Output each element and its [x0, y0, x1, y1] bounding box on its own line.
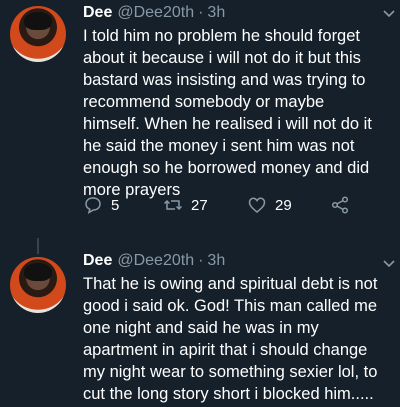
share-button[interactable]	[330, 195, 350, 215]
retweet-button[interactable]: 27	[163, 195, 208, 215]
avatar[interactable]	[10, 257, 66, 313]
display-name[interactable]: Dee	[83, 252, 112, 270]
tweet-content: Dee @Dee20th · 3h That he is owing and s…	[83, 250, 390, 405]
separator: ·	[198, 252, 204, 269]
like-count: 29	[275, 196, 292, 214]
avatar[interactable]	[10, 6, 66, 62]
reply-icon	[85, 197, 101, 215]
tweet[interactable]: Dee @Dee20th · 3h That he is owing and s…	[0, 240, 400, 407]
timestamp[interactable]: 3h	[207, 4, 225, 22]
reply-count: 5	[111, 196, 120, 214]
avatar-column	[10, 6, 66, 62]
user-handle[interactable]: @Dee20th	[117, 252, 194, 270]
user-handle[interactable]: @Dee20th	[117, 4, 194, 22]
timestamp[interactable]: 3h	[207, 252, 225, 270]
avatar-column	[10, 257, 66, 313]
tweet-header: Dee @Dee20th · 3h	[83, 2, 390, 24]
display-name[interactable]: Dee	[83, 4, 112, 22]
retweet-count: 27	[191, 196, 208, 214]
tweet-header: Dee @Dee20th · 3h	[83, 250, 390, 272]
tweet-text: That he is owing and spiritual debt is n…	[83, 275, 378, 403]
chevron-down-icon[interactable]	[382, 256, 396, 270]
like-icon	[248, 197, 266, 213]
tweet-text: I told him no problem he should forget a…	[83, 27, 372, 199]
tweet-content: Dee @Dee20th · 3h I told him no problem …	[83, 2, 390, 201]
reply-button[interactable]: 5	[83, 195, 119, 215]
share-icon	[331, 196, 349, 214]
retweet-icon	[163, 199, 183, 211]
chevron-down-icon[interactable]	[382, 6, 396, 20]
separator: ·	[198, 4, 204, 21]
like-button[interactable]: 29	[247, 195, 292, 215]
tweet[interactable]: Dee @Dee20th · 3h I told him no problem …	[0, 0, 400, 240]
